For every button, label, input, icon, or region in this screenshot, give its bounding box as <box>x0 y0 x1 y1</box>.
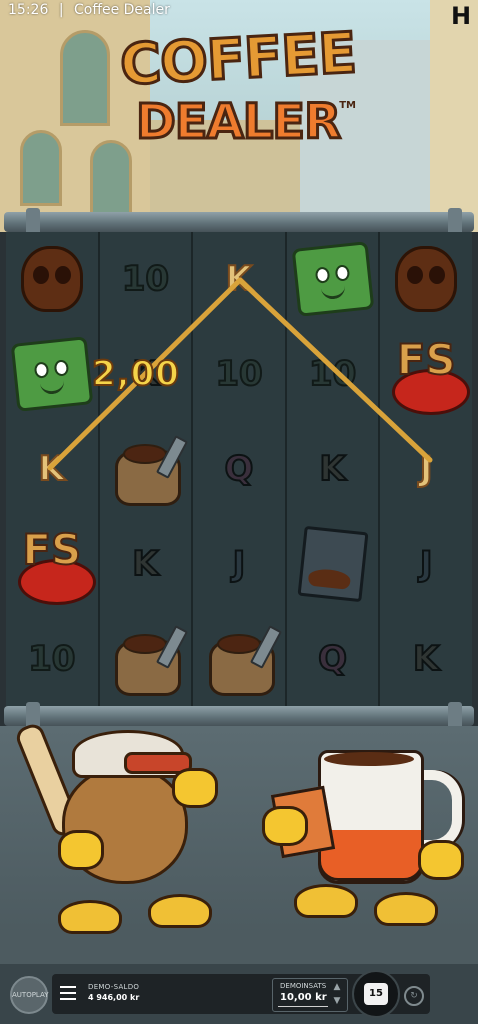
reel-cell: FS <box>6 516 98 611</box>
reel-4: 10 K Q <box>286 232 379 706</box>
reel-3: K 10 Q J <box>193 232 285 706</box>
game-logo-line1: COFFEE <box>117 19 359 99</box>
status-bar: 15:26 | Coffee Dealer <box>8 0 170 20</box>
free-spins-scatter-symbol-icon: FS <box>12 524 96 605</box>
reel-cell: J <box>193 516 285 611</box>
card-symbol-j: J <box>232 543 247 585</box>
bet-decrease-chevron-down-icon[interactable]: ▼ <box>332 996 342 1006</box>
reel-2: 10 K K <box>99 232 192 706</box>
reel-cell: K <box>193 232 285 327</box>
status-time: 15:26 <box>8 2 49 18</box>
reel-cell <box>6 232 98 327</box>
card-symbol-k: K <box>318 448 346 490</box>
mug-glove-right <box>418 840 464 880</box>
mug-shoe-left <box>294 884 358 918</box>
card-symbol-q: Q <box>224 448 255 490</box>
card-symbol-j: J <box>419 543 434 585</box>
bet-value: 10,00 kr <box>280 992 327 1003</box>
trademark-mark: TM <box>339 100 356 111</box>
card-symbol-k: K <box>38 448 66 490</box>
reel-1: K FS 10 <box>6 232 98 706</box>
coffee-sack-symbol-icon <box>113 435 189 506</box>
mug-vest <box>318 830 424 881</box>
coffee-sack-symbol-icon <box>207 624 283 696</box>
mug-shoe-right <box>374 892 438 926</box>
card-symbol-10: 10 <box>121 258 170 300</box>
card-symbol-10: 10 <box>214 353 263 395</box>
bet-increase-chevron-up-icon[interactable]: ▲ <box>332 982 342 992</box>
card-symbol-10: 10 <box>27 638 76 680</box>
spin-count: 15 <box>364 983 388 1005</box>
free-spins-scatter-label: FS <box>396 334 457 385</box>
coffee-skull-symbol-icon <box>395 246 458 313</box>
card-symbol-k: K <box>225 258 253 300</box>
turbo-icon[interactable]: ↻ <box>404 986 424 1006</box>
free-spins-scatter-label: FS <box>21 524 82 575</box>
cookie-shoe-right <box>148 894 212 928</box>
reel-cell <box>100 611 192 706</box>
reel-cell <box>287 232 379 327</box>
cash-bundle-symbol-icon <box>291 241 374 318</box>
reel-cell <box>287 516 379 611</box>
reel-grid: K FS 10 10 K K K 10 Q J 10 K Q FS J J K <box>6 232 472 706</box>
reel-cell <box>193 611 285 706</box>
hacksaw-h-logo-icon: H <box>450 2 472 30</box>
reel-frame-bottom-pipe <box>4 702 474 730</box>
reel-frame-top-pipe <box>4 208 474 236</box>
balance-value: 4 946,00 kr <box>88 993 140 1002</box>
reel-cell <box>6 327 98 422</box>
reel-cell: Q <box>193 422 285 517</box>
bet-underline <box>278 1006 328 1007</box>
free-spins-scatter-symbol-icon: FS <box>386 334 471 416</box>
card-symbol-k: K <box>131 543 159 585</box>
reel-cell: K <box>6 422 98 517</box>
win-amount: 2,00 <box>91 353 180 395</box>
coffee-pouch-symbol-icon <box>297 525 369 602</box>
reel-cell: 10 <box>6 611 98 706</box>
reel-cell: J <box>380 516 472 611</box>
autoplay-button[interactable]: AUTOPLAY <box>10 976 49 1014</box>
cookie-shoe-left <box>58 900 122 934</box>
coffee-sack-symbol-icon <box>113 624 189 696</box>
reel-cell: FS <box>380 327 472 422</box>
reel-cell <box>380 232 472 327</box>
reel-cell <box>100 422 192 517</box>
card-symbol-q: Q <box>317 638 348 680</box>
hamburger-menu-icon[interactable] <box>60 986 76 1000</box>
coffee-skull-symbol-icon <box>20 246 83 313</box>
status-app-title: Coffee Dealer <box>73 2 170 18</box>
card-symbol-10: 10 <box>308 353 357 395</box>
reel-cell: 10 <box>287 327 379 422</box>
card-symbol-k: K <box>412 638 440 680</box>
cash-bundle-symbol-icon <box>10 336 94 412</box>
status-separator: | <box>58 2 64 18</box>
spin-button[interactable]: 15 <box>352 970 400 1018</box>
cookie-glove-right <box>172 768 218 808</box>
reel-cell: 10 <box>100 232 192 327</box>
game-logo: COFFEE DEALER TM <box>117 19 359 168</box>
balance-label: DEMO-SALDO <box>88 983 140 991</box>
reel-5: FS J J K <box>380 232 472 706</box>
bet-label: DEMOINSATS <box>280 982 327 990</box>
mug-glove-left <box>262 806 308 846</box>
building-far-right <box>430 0 478 232</box>
reel-cell: K <box>287 422 379 517</box>
mug-coffee <box>324 752 414 766</box>
reel-cell: 10 <box>193 327 285 422</box>
cookie-glove-left <box>58 830 104 870</box>
game-logo-line2: DEALER <box>134 93 342 152</box>
card-symbol-j: J <box>419 448 434 490</box>
reel-cell: J <box>380 422 472 517</box>
reel-cell: K <box>380 611 472 706</box>
reel-cell: Q <box>287 611 379 706</box>
reel-cell: K <box>100 516 192 611</box>
